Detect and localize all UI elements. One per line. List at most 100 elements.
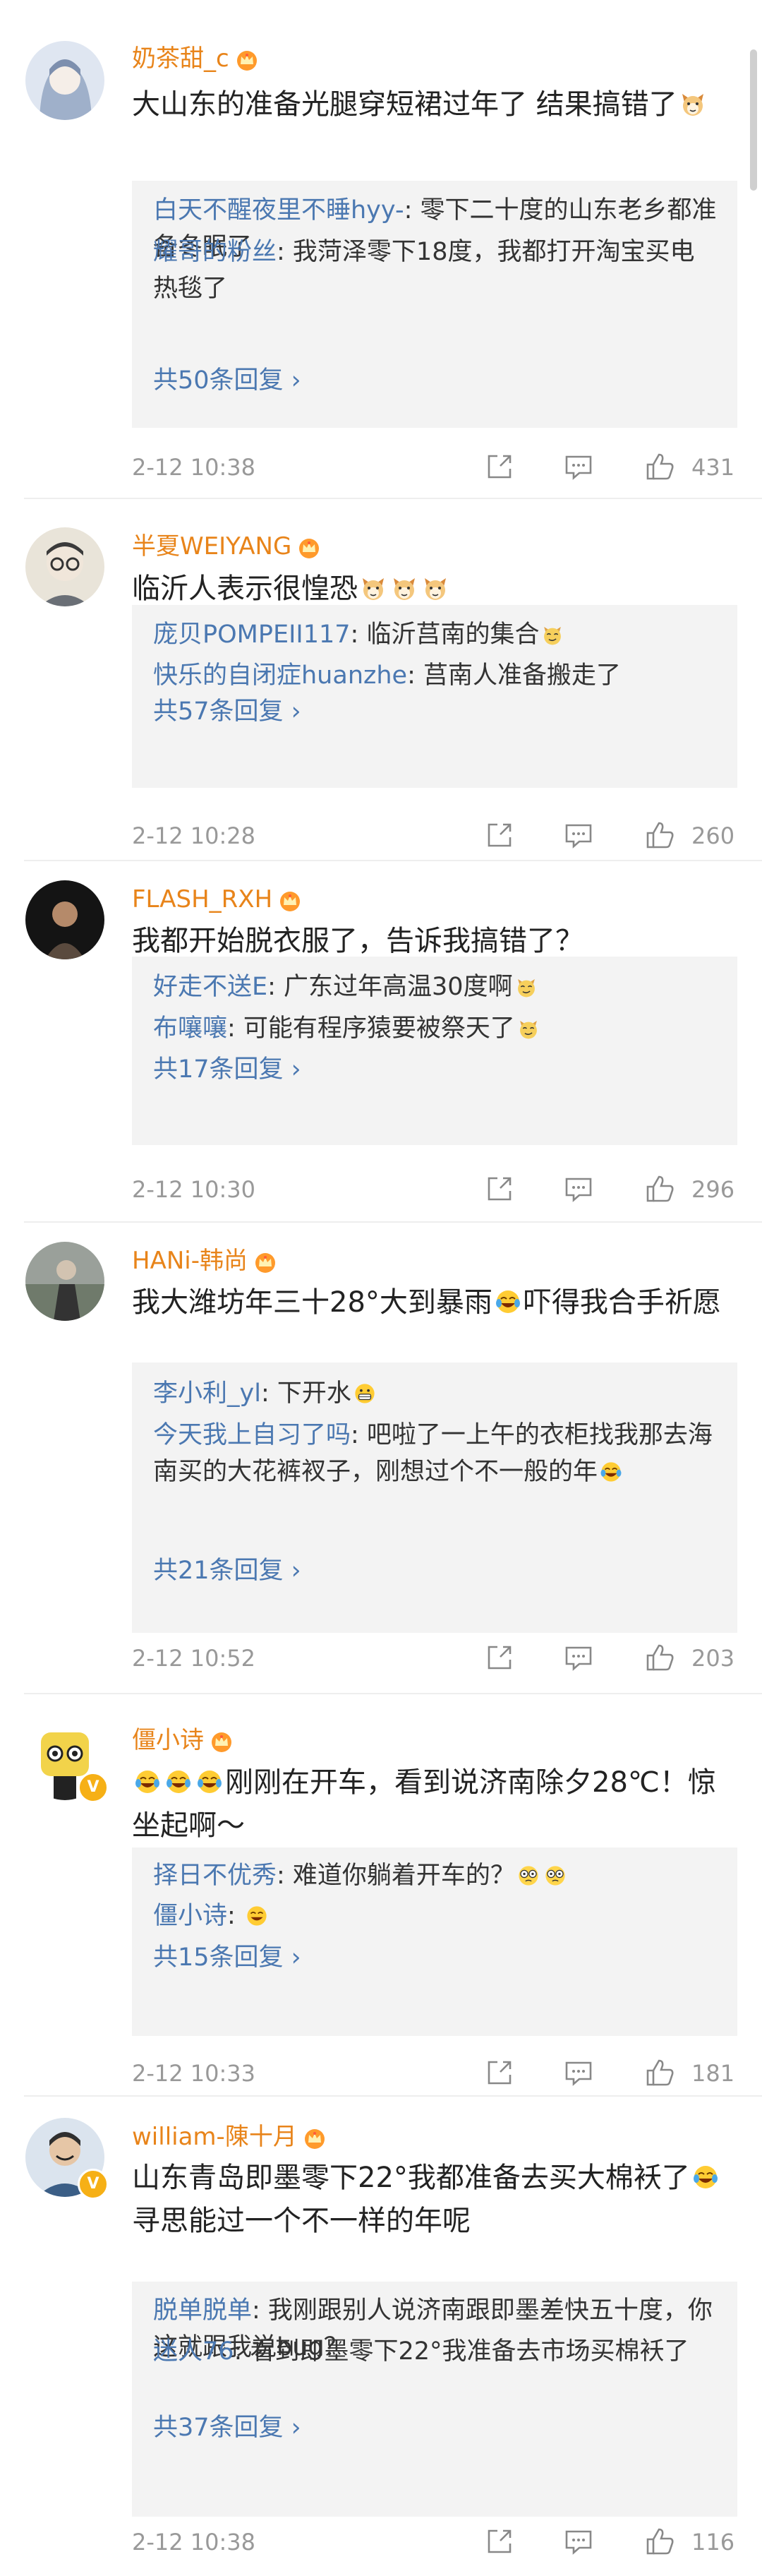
like-icon[interactable] [642,449,677,484]
reply-preview-box[interactable]: 择日不优秀: 难道你躺着开车的？ 僵小诗: 共15条回复 › [132,1847,737,2036]
reply-line[interactable]: 迷人76: 看到即墨零下22°我准备去市场买棉袄了 [153,2333,718,2370]
timestamp: 2-12 10:28 [132,822,256,849]
text-segment: : 下开水 [260,1379,351,1408]
reply-line[interactable]: 择日不优秀: 难道你躺着开车的？ [153,1857,718,1894]
text-segment: 寻思能过一个不一样的年呢 [132,2205,471,2237]
reply-username[interactable]: 白天不醒夜里不睡hyy- [153,196,404,224]
username[interactable]: HANi-韩尚 [132,1245,277,1276]
view-more-replies-link[interactable]: 共17条回复 › [153,1051,301,1088]
reply-line[interactable]: 今天我上自习了吗: 吧啦了一上午的衣柜找我那去海南买的大花裤衩子，刚想过个不一般… [153,1417,718,1490]
vip-crown-icon [255,1253,275,1273]
comment-icon[interactable] [561,2055,596,2090]
reply-line[interactable]: 李小利_yl: 下开水 [153,1375,718,1412]
comment-text: 我大潍坊年三十28°大到暴雨 吓得我合手祈愿 [132,1281,732,1324]
comment-icon[interactable] [561,1171,596,1206]
reply-preview-box[interactable]: 李小利_yl: 下开水今天我上自习了吗: 吧啦了一上午的衣柜找我那去海南买的大花… [132,1362,737,1633]
reply-line[interactable]: 布嚷嚷: 可能有程序猿要被祭天了 [153,1010,718,1047]
glasses-man-avatar[interactable] [25,527,104,606]
text-segment: 我大潍坊年三十28°大到暴雨 [132,1286,492,1319]
like-icon[interactable] [642,1171,677,1206]
reply-preview-box[interactable]: 好走不送E: 广东过年高温30度啊 布嚷嚷: 可能有程序猿要被祭天了 共17条回复 … [132,957,737,1145]
username[interactable]: FLASH_RXH [132,884,302,915]
scrollbar[interactable] [750,49,757,191]
vip-crown-icon [236,51,257,71]
comment-icon[interactable] [561,1640,596,1675]
share-icon[interactable] [482,2524,517,2559]
reply-preview-box[interactable]: 白天不醒夜里不睡hyy-: 零下二十度的山东老乡都准备冬眠了 耀哥的粉丝: 我菏泽… [132,181,737,428]
laugh-cry-emoji [167,1771,190,1793]
comment-icon[interactable] [561,449,596,484]
reply-username[interactable]: 快乐的自闭症huanzhe [153,661,407,690]
like-count: 260 [691,822,735,849]
view-more-replies-link[interactable]: 共21条回复 › [153,1552,301,1589]
comment-icon[interactable] [561,2524,596,2559]
anime-girl-avatar[interactable] [25,41,104,120]
comment-card: 半夏WEIYANG 临沂人表示很惶恐 庞贝POMPEII117: 临沂莒南的集合 快乐… [0,499,762,861]
comment-card: HANi-韩尚我大潍坊年三十28°大到暴雨 吓得我合手祈愿李小利_yl: 下开水今… [0,1223,762,1694]
reply-username[interactable]: 好走不送E [153,973,267,1001]
view-more-replies-link[interactable]: 共15条回复 › [153,1939,301,1976]
reply-username[interactable]: 庞贝POMPEII117 [153,621,351,649]
like-icon[interactable] [642,817,677,853]
share-icon[interactable] [482,1171,517,1206]
reply-line[interactable]: 庞贝POMPEII117: 临沂莒南的集合 [153,616,718,653]
reply-username[interactable]: 今天我上自习了吗 [153,1421,351,1449]
comment-text: 山东青岛即墨零下22°我都准备去买大棉袄了寻思能过一个不一样的年呢 [132,2157,732,2243]
username-text[interactable]: HANi-韩尚 [132,1247,248,1275]
laugh-cry-emoji [198,1771,222,1793]
username-text[interactable]: william-陳十月 [132,2123,297,2151]
reply-line[interactable]: 僵小诗: [153,1898,718,1934]
reply-username[interactable]: 耀哥的粉丝 [153,238,277,266]
verified-badge: V [78,1772,109,1803]
reply-username[interactable]: 脱单脱单 [153,2296,252,2325]
timestamp: 2-12 10:33 [132,2060,256,2087]
timestamp: 2-12 10:38 [132,454,256,481]
username[interactable]: 半夏WEIYANG [132,531,321,562]
text-segment: 大山东的准备光腿穿短裙过年了 结果搞错了 [132,88,677,121]
username-text[interactable]: 半夏WEIYANG [132,532,291,561]
share-icon[interactable] [482,817,517,853]
vip-crown-icon [299,539,320,558]
laugh-cry-emoji [600,1462,622,1482]
username-text[interactable]: 奶茶甜_c [132,44,229,73]
dizzy-face-emoji [519,1866,538,1886]
view-more-replies-link[interactable]: 共50条回复 › [153,362,301,399]
view-more-replies-link[interactable]: 共57条回复 › [153,693,301,730]
outdoor-photo-avatar[interactable] [25,1242,104,1321]
reply-line[interactable]: 好走不送E: 广东过年高温30度啊 [153,969,718,1005]
dizzy-face-emoji [545,1866,565,1886]
text-segment: : [227,1902,243,1930]
username-text[interactable]: FLASH_RXH [132,885,272,913]
share-icon[interactable] [482,1640,517,1675]
username-text[interactable]: 僵小诗 [132,1726,204,1754]
reply-preview-box[interactable]: 脱单脱单: 我刚跟别人说济南跟即墨差快五十度，你这就跟我说bug？ 迷人76: 看… [132,2282,737,2517]
reply-username[interactable]: 李小利_yl [153,1379,261,1408]
reply-username[interactable]: 布嚷嚷 [153,1014,227,1043]
reply-line[interactable]: 耀哥的粉丝: 我菏泽零下18度，我都打开淘宝买电热毯了 [153,234,718,307]
username[interactable]: 奶茶甜_c [132,43,259,74]
username[interactable]: william-陳十月 [132,2121,327,2152]
text-segment: : 难道你躺着开车的？ [277,1862,515,1890]
reply-line[interactable]: 快乐的自闭症huanzhe: 莒南人准备搬走了 [153,657,718,694]
view-more-replies-link[interactable]: 共37条回复 › [153,2409,301,2446]
text-segment: 吓得我合手祈愿 [523,1286,721,1319]
comment-card: FLASH_RXH 我都开始脱衣服了，告诉我搞错了？ 好走不送E: 广东过年高温30… [0,861,762,1223]
reply-username[interactable]: 僵小诗 [153,1902,227,1930]
text-segment: : 临沂莒南的集合 [350,621,540,649]
like-icon[interactable] [642,1640,677,1675]
grin-emoji [355,1384,375,1403]
comment-icon[interactable] [561,817,596,853]
username[interactable]: 僵小诗 [132,1725,234,1756]
dark-portrait-avatar[interactable] [25,880,104,959]
like-icon[interactable] [642,2055,677,2090]
share-icon[interactable] [482,449,517,484]
cat-face-emoji [682,94,703,116]
laugh-emoji [247,1906,267,1926]
text-segment: 山东青岛即墨零下22°我都准备去买大棉袄了 [132,2162,690,2194]
like-icon[interactable] [642,2524,677,2559]
sly-cat-emoji [517,978,535,998]
share-icon[interactable] [482,2055,517,2090]
reply-preview-box[interactable]: 庞贝POMPEII117: 临沂莒南的集合 快乐的自闭症huanzhe: 莒南人准… [132,605,737,788]
reply-username[interactable]: 择日不优秀 [153,1862,277,1890]
reply-username[interactable]: 迷人76 [153,2337,234,2366]
